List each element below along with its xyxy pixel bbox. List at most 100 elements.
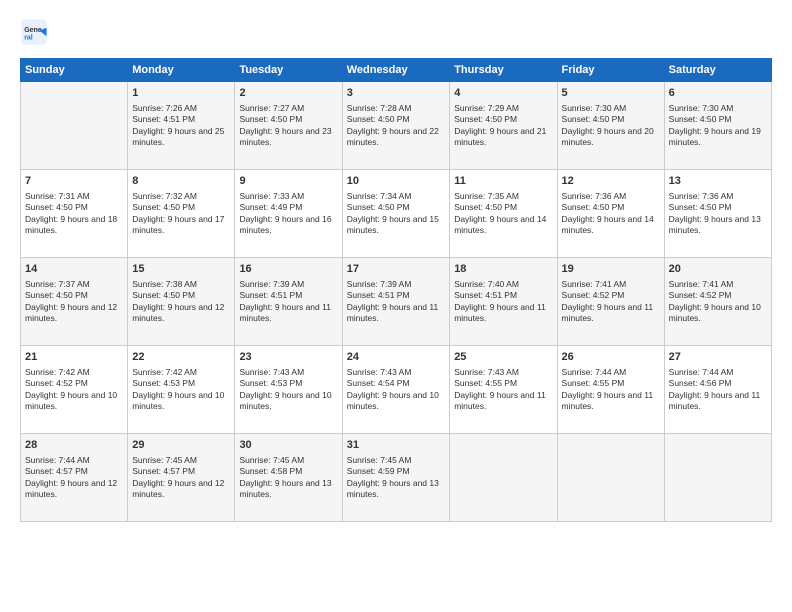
calendar-cell: 15 Sunrise: 7:38 AMSunset: 4:50 PMDayligh… [128, 258, 235, 346]
day-info: Sunrise: 7:45 AMSunset: 4:57 PMDaylight:… [132, 455, 230, 501]
calendar-cell: 25 Sunrise: 7:43 AMSunset: 4:55 PMDayligh… [450, 346, 557, 434]
calendar-cell: 24 Sunrise: 7:43 AMSunset: 4:54 PMDayligh… [342, 346, 449, 434]
day-number: 1 [132, 86, 230, 101]
day-info: Sunrise: 7:44 AMSunset: 4:57 PMDaylight:… [25, 455, 123, 501]
day-info: Sunrise: 7:28 AMSunset: 4:50 PMDaylight:… [347, 103, 445, 149]
page-header: Gene- ral [20, 18, 772, 46]
day-number: 8 [132, 174, 230, 189]
logo: Gene- ral [20, 18, 52, 46]
day-number: 15 [132, 262, 230, 277]
calendar-week-1: 1 Sunrise: 7:26 AMSunset: 4:51 PMDaylight… [21, 82, 772, 170]
calendar-week-2: 7Sunrise: 7:31 AMSunset: 4:50 PMDaylight… [21, 170, 772, 258]
calendar-cell [21, 82, 128, 170]
day-number: 14 [25, 262, 123, 277]
calendar-cell: 21Sunrise: 7:42 AMSunset: 4:52 PMDayligh… [21, 346, 128, 434]
day-info: Sunrise: 7:38 AMSunset: 4:50 PMDaylight:… [132, 279, 230, 325]
day-info: Sunrise: 7:41 AMSunset: 4:52 PMDaylight:… [669, 279, 767, 325]
calendar-week-4: 21Sunrise: 7:42 AMSunset: 4:52 PMDayligh… [21, 346, 772, 434]
day-number: 17 [347, 262, 445, 277]
day-info: Sunrise: 7:29 AMSunset: 4:50 PMDaylight:… [454, 103, 552, 149]
calendar-cell: 8 Sunrise: 7:32 AMSunset: 4:50 PMDaylight… [128, 170, 235, 258]
day-info: Sunrise: 7:35 AMSunset: 4:50 PMDaylight:… [454, 191, 552, 237]
day-info: Sunrise: 7:39 AMSunset: 4:51 PMDaylight:… [239, 279, 337, 325]
day-info: Sunrise: 7:34 AMSunset: 4:50 PMDaylight:… [347, 191, 445, 237]
calendar-cell: 22 Sunrise: 7:42 AMSunset: 4:53 PMDayligh… [128, 346, 235, 434]
logo-icon: Gene- ral [20, 18, 48, 46]
day-number: 16 [239, 262, 337, 277]
calendar-cell: 10 Sunrise: 7:34 AMSunset: 4:50 PMDayligh… [342, 170, 449, 258]
calendar-week-5: 28 Sunrise: 7:44 AMSunset: 4:57 PMDayligh… [21, 434, 772, 522]
calendar-cell: 9 Sunrise: 7:33 AMSunset: 4:49 PMDaylight… [235, 170, 342, 258]
day-number: 7 [25, 174, 123, 189]
day-info: Sunrise: 7:36 AMSunset: 4:50 PMDaylight:… [562, 191, 660, 237]
day-number: 5 [562, 86, 660, 101]
calendar-cell [557, 434, 664, 522]
weekday-header-sunday: Sunday [21, 59, 128, 82]
day-info: Sunrise: 7:43 AMSunset: 4:55 PMDaylight:… [454, 367, 552, 413]
day-number: 13 [669, 174, 767, 189]
calendar-cell: 2 Sunrise: 7:27 AMSunset: 4:50 PMDaylight… [235, 82, 342, 170]
day-info: Sunrise: 7:40 AMSunset: 4:51 PMDaylight:… [454, 279, 552, 325]
calendar-cell: 16 Sunrise: 7:39 AMSunset: 4:51 PMDayligh… [235, 258, 342, 346]
day-number: 26 [562, 350, 660, 365]
calendar-cell: 20 Sunrise: 7:41 AMSunset: 4:52 PMDayligh… [664, 258, 771, 346]
calendar-cell [450, 434, 557, 522]
calendar-week-3: 14 Sunrise: 7:37 AMSunset: 4:50 PMDayligh… [21, 258, 772, 346]
day-number: 31 [347, 438, 445, 453]
calendar-cell: 18 Sunrise: 7:40 AMSunset: 4:51 PMDayligh… [450, 258, 557, 346]
day-number: 29 [132, 438, 230, 453]
day-number: 28 [25, 438, 123, 453]
day-number: 18 [454, 262, 552, 277]
calendar-cell: 29 Sunrise: 7:45 AMSunset: 4:57 PMDayligh… [128, 434, 235, 522]
calendar-cell: 31 Sunrise: 7:45 AMSunset: 4:59 PMDayligh… [342, 434, 449, 522]
day-info: Sunrise: 7:26 AMSunset: 4:51 PMDaylight:… [132, 103, 230, 149]
weekday-header-friday: Friday [557, 59, 664, 82]
day-info: Sunrise: 7:37 AMSunset: 4:50 PMDaylight:… [25, 279, 123, 325]
day-info: Sunrise: 7:32 AMSunset: 4:50 PMDaylight:… [132, 191, 230, 237]
day-info: Sunrise: 7:27 AMSunset: 4:50 PMDaylight:… [239, 103, 337, 149]
calendar-cell: 3 Sunrise: 7:28 AMSunset: 4:50 PMDaylight… [342, 82, 449, 170]
day-number: 2 [239, 86, 337, 101]
day-number: 11 [454, 174, 552, 189]
calendar-cell: 6 Sunrise: 7:30 AMSunset: 4:50 PMDaylight… [664, 82, 771, 170]
day-info: Sunrise: 7:41 AMSunset: 4:52 PMDaylight:… [562, 279, 660, 325]
day-number: 24 [347, 350, 445, 365]
day-info: Sunrise: 7:45 AMSunset: 4:58 PMDaylight:… [239, 455, 337, 501]
calendar-cell: 12Sunrise: 7:36 AMSunset: 4:50 PMDayligh… [557, 170, 664, 258]
calendar-cell: 19Sunrise: 7:41 AMSunset: 4:52 PMDayligh… [557, 258, 664, 346]
calendar-cell: 4 Sunrise: 7:29 AMSunset: 4:50 PMDaylight… [450, 82, 557, 170]
calendar-cell: 30 Sunrise: 7:45 AMSunset: 4:58 PMDayligh… [235, 434, 342, 522]
weekday-header-monday: Monday [128, 59, 235, 82]
day-info: Sunrise: 7:30 AMSunset: 4:50 PMDaylight:… [669, 103, 767, 149]
day-number: 27 [669, 350, 767, 365]
calendar-cell: 5Sunrise: 7:30 AMSunset: 4:50 PMDaylight… [557, 82, 664, 170]
calendar-cell: 23Sunrise: 7:43 AMSunset: 4:53 PMDayligh… [235, 346, 342, 434]
day-number: 10 [347, 174, 445, 189]
day-info: Sunrise: 7:43 AMSunset: 4:54 PMDaylight:… [347, 367, 445, 413]
day-info: Sunrise: 7:42 AMSunset: 4:52 PMDaylight:… [25, 367, 123, 413]
day-info: Sunrise: 7:42 AMSunset: 4:53 PMDaylight:… [132, 367, 230, 413]
weekday-header-wednesday: Wednesday [342, 59, 449, 82]
day-number: 22 [132, 350, 230, 365]
weekday-header-thursday: Thursday [450, 59, 557, 82]
day-info: Sunrise: 7:39 AMSunset: 4:51 PMDaylight:… [347, 279, 445, 325]
calendar-cell: 7Sunrise: 7:31 AMSunset: 4:50 PMDaylight… [21, 170, 128, 258]
day-number: 30 [239, 438, 337, 453]
day-info: Sunrise: 7:45 AMSunset: 4:59 PMDaylight:… [347, 455, 445, 501]
day-number: 3 [347, 86, 445, 101]
day-number: 23 [239, 350, 337, 365]
calendar-cell: 26 Sunrise: 7:44 AMSunset: 4:55 PMDayligh… [557, 346, 664, 434]
day-number: 9 [239, 174, 337, 189]
day-number: 6 [669, 86, 767, 101]
day-number: 4 [454, 86, 552, 101]
day-info: Sunrise: 7:33 AMSunset: 4:49 PMDaylight:… [239, 191, 337, 237]
day-number: 20 [669, 262, 767, 277]
calendar-cell: 14 Sunrise: 7:37 AMSunset: 4:50 PMDayligh… [21, 258, 128, 346]
weekday-header-tuesday: Tuesday [235, 59, 342, 82]
calendar-cell: 1 Sunrise: 7:26 AMSunset: 4:51 PMDaylight… [128, 82, 235, 170]
weekday-header-saturday: Saturday [664, 59, 771, 82]
calendar-table: SundayMondayTuesdayWednesdayThursdayFrid… [20, 58, 772, 522]
day-number: 25 [454, 350, 552, 365]
weekday-header-row: SundayMondayTuesdayWednesdayThursdayFrid… [21, 59, 772, 82]
day-info: Sunrise: 7:44 AMSunset: 4:55 PMDaylight:… [562, 367, 660, 413]
